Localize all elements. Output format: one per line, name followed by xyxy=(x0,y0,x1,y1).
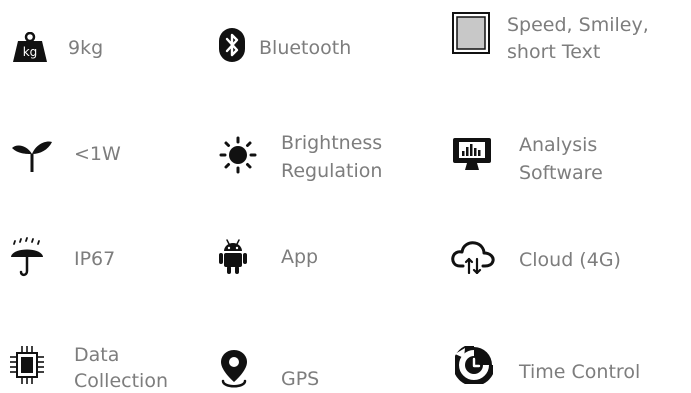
display-label-line2: short Text xyxy=(507,41,601,63)
cloud-transfer-icon xyxy=(451,241,495,274)
chip-icon xyxy=(10,346,44,384)
weight-label: 9kg xyxy=(68,37,104,59)
umbrella-rain-icon xyxy=(11,237,43,277)
cloud-label: Cloud (4G) xyxy=(519,249,621,271)
analysis-monitor-icon xyxy=(453,138,491,170)
power-label: <1W xyxy=(74,143,121,165)
svg-text:kg: kg xyxy=(23,45,38,59)
brightness-label-line2: Regulation xyxy=(281,160,383,182)
brightness-icon xyxy=(219,136,257,174)
app-label: App xyxy=(281,246,319,268)
data-collection-label-line2: Collection xyxy=(74,370,168,392)
display-panel-icon xyxy=(452,12,490,54)
seedling-icon xyxy=(12,141,52,172)
bluetooth-icon xyxy=(219,28,245,62)
time-control-icon xyxy=(455,346,493,384)
weight-kg-icon: kg xyxy=(13,32,47,62)
bluetooth-label: Bluetooth xyxy=(259,37,352,59)
ip67-label: IP67 xyxy=(74,248,116,270)
data-collection-label-line1: Data xyxy=(74,344,120,366)
display-label-line1: Speed, Smiley, xyxy=(507,14,649,36)
time-control-label: Time Control xyxy=(519,361,641,383)
analysis-label-line1: Analysis xyxy=(519,134,598,156)
gps-label: GPS xyxy=(281,368,320,390)
brightness-label-line1: Brightness xyxy=(281,132,383,154)
analysis-label-line2: Software xyxy=(519,162,603,184)
android-icon xyxy=(219,239,247,274)
location-pin-icon xyxy=(221,350,247,388)
